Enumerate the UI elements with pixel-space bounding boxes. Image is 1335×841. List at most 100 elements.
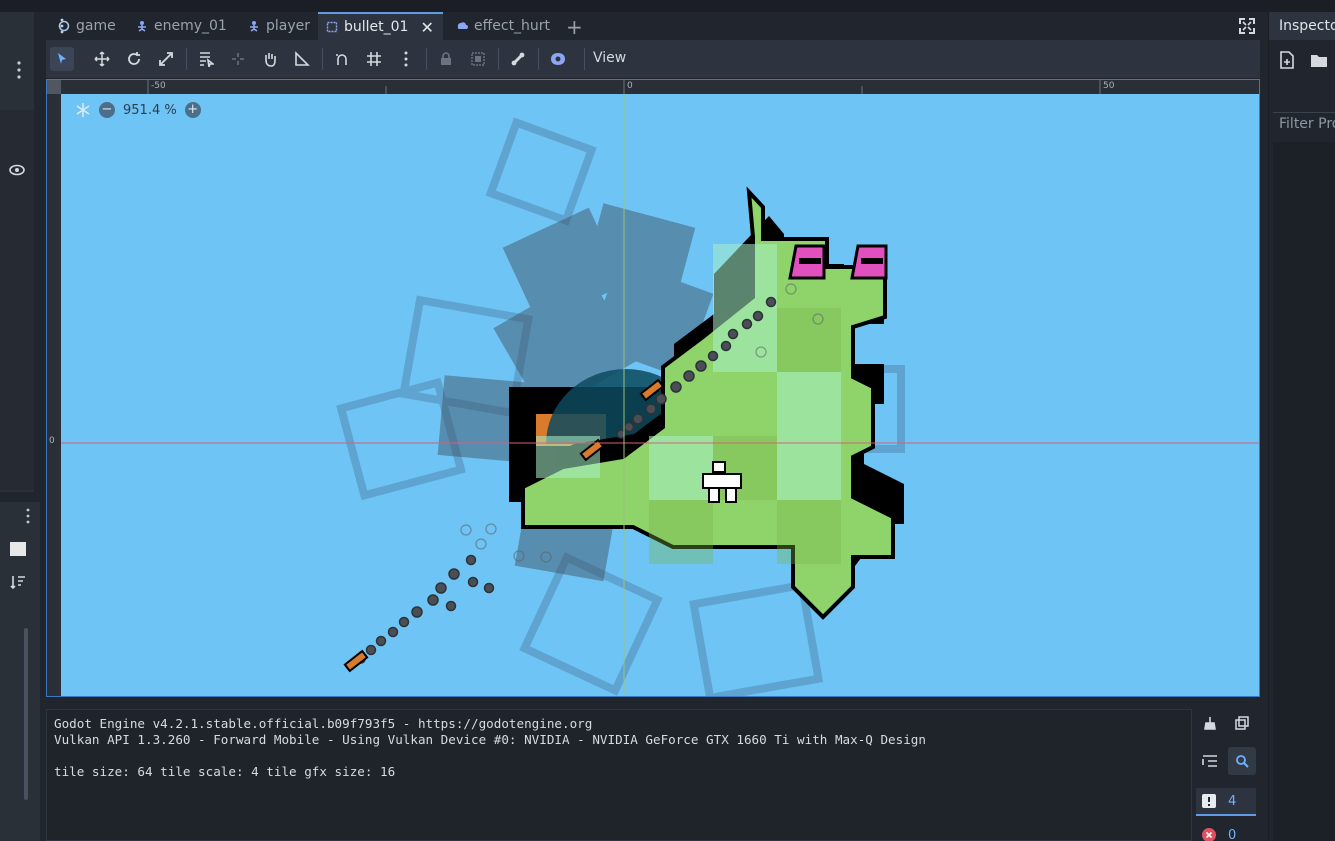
thumbnail-view-icon[interactable] bbox=[10, 542, 26, 556]
canvas-toolbar: View bbox=[46, 40, 1260, 78]
move-tool-button[interactable] bbox=[90, 47, 114, 71]
group-icon bbox=[471, 52, 485, 66]
list-select-icon bbox=[200, 52, 214, 67]
zoom-out-icon[interactable]: − bbox=[99, 102, 115, 118]
visibility-eye-icon[interactable] bbox=[9, 164, 25, 176]
ruler-left[interactable]: 0 bbox=[47, 80, 61, 696]
tab-label: effect_hurt bbox=[474, 18, 551, 34]
dock-menu-icon[interactable] bbox=[14, 60, 24, 80]
log-line: Godot Engine v4.2.1.stable.official.b09f… bbox=[54, 716, 593, 731]
pan-icon bbox=[265, 53, 276, 67]
pan-tool-button[interactable] bbox=[258, 47, 282, 71]
lock-button[interactable] bbox=[434, 47, 458, 71]
filter-search-button[interactable] bbox=[1228, 747, 1256, 775]
filesystem-dock bbox=[0, 502, 40, 841]
tab-label: game bbox=[76, 18, 116, 34]
broom-icon bbox=[1204, 717, 1216, 730]
node-circle-icon bbox=[58, 20, 70, 32]
clear-log-button[interactable] bbox=[1196, 709, 1224, 737]
camera-override-button[interactable] bbox=[546, 47, 570, 71]
pivot-tool-button[interactable] bbox=[226, 47, 250, 71]
snap-options-button[interactable] bbox=[394, 47, 418, 71]
select-icon bbox=[58, 53, 66, 64]
dock-menu-icon[interactable] bbox=[24, 508, 32, 524]
warning-icon bbox=[1202, 794, 1216, 808]
ruler-tool-button[interactable] bbox=[290, 47, 314, 71]
copy-icon bbox=[1235, 716, 1249, 730]
collapse-icon bbox=[1202, 755, 1217, 767]
scale-tool-button[interactable] bbox=[154, 47, 178, 71]
scene-dock bbox=[0, 12, 34, 492]
character-icon bbox=[250, 21, 258, 32]
move-icon bbox=[94, 51, 110, 67]
smart-snap-icon bbox=[336, 54, 347, 65]
smart-snap-button[interactable] bbox=[330, 47, 354, 71]
bone-icon bbox=[511, 52, 525, 66]
rotate-tool-button[interactable] bbox=[122, 47, 146, 71]
godot-editor: game enemy_01 player bullet_01 ✕ effect_… bbox=[0, 0, 1335, 841]
close-icon[interactable]: ✕ bbox=[420, 18, 433, 37]
inspector-properties-list bbox=[1273, 142, 1335, 841]
zoom-in-icon[interactable]: + bbox=[184, 102, 201, 118]
copy-log-button[interactable] bbox=[1228, 709, 1256, 737]
ruler-icon bbox=[295, 51, 310, 66]
tab-bullet-01[interactable]: bullet_01 ✕ bbox=[318, 12, 443, 40]
character-icon bbox=[138, 21, 146, 32]
tab-game[interactable]: game bbox=[50, 12, 124, 40]
errors-toggle[interactable]: 0 bbox=[1196, 821, 1256, 841]
tab-label: player bbox=[266, 18, 311, 34]
scene-tabs: game enemy_01 player bullet_01 ✕ effect_… bbox=[38, 12, 1264, 40]
new-resource-icon[interactable] bbox=[1277, 50, 1297, 70]
open-folder-icon[interactable] bbox=[1309, 50, 1329, 70]
ruler-corner bbox=[47, 80, 61, 94]
view-menu-button[interactable]: View bbox=[584, 48, 634, 70]
output-side-panel: 4 0 bbox=[1196, 709, 1260, 841]
dock-scrollbar[interactable] bbox=[24, 628, 28, 800]
game-scene: − 951.4 % + bbox=[61, 94, 1259, 696]
divider bbox=[1273, 112, 1335, 113]
tab-player[interactable]: player bbox=[240, 12, 318, 40]
ruler-label: 0 bbox=[49, 436, 55, 446]
more-icon bbox=[404, 51, 408, 67]
grid-snap-icon bbox=[367, 52, 381, 66]
log-line: Vulkan API 1.3.260 - Forward Mobile - Us… bbox=[54, 732, 926, 747]
rotate-icon bbox=[128, 52, 140, 65]
ruler-label: 0 bbox=[627, 81, 633, 91]
ruler-ticks bbox=[147, 80, 1101, 94]
zoom-widget: − 951.4 % + bbox=[75, 102, 201, 118]
camera-override-icon bbox=[551, 53, 565, 65]
pivot-icon bbox=[232, 53, 244, 65]
particles-icon bbox=[457, 22, 468, 29]
list-select-button[interactable] bbox=[194, 47, 218, 71]
scene-render bbox=[61, 94, 1259, 696]
filter-properties-input[interactable]: Filter Properties bbox=[1279, 116, 1335, 132]
log-line: tile size: 64 tile scale: 4 tile gfx siz… bbox=[54, 764, 396, 779]
zoom-level[interactable]: 951.4 % bbox=[123, 103, 177, 118]
inspector-title[interactable]: Inspector bbox=[1279, 18, 1335, 34]
tab-enemy-01[interactable]: enemy_01 bbox=[128, 12, 235, 40]
snowflake-icon[interactable] bbox=[75, 102, 91, 118]
tab-label: enemy_01 bbox=[154, 18, 227, 34]
top-strip bbox=[0, 0, 1335, 12]
scale-icon bbox=[159, 52, 173, 66]
bone-button[interactable] bbox=[506, 47, 530, 71]
ruler-label: 50 bbox=[1103, 81, 1115, 91]
error-icon bbox=[1202, 828, 1216, 841]
fullscreen-icon[interactable] bbox=[1238, 17, 1256, 35]
collapse-messages-button[interactable] bbox=[1196, 747, 1224, 775]
warnings-toggle[interactable]: 4 bbox=[1196, 788, 1256, 816]
add-tab-icon[interactable]: + bbox=[566, 15, 583, 39]
sort-icon[interactable] bbox=[10, 574, 26, 590]
canvas-viewport[interactable]: − 951.4 % + -50 0 50 0 bbox=[46, 79, 1260, 697]
select-tool-button[interactable] bbox=[50, 47, 74, 71]
area-icon bbox=[326, 21, 338, 33]
inspector-dock: Inspector Filter Properties bbox=[1268, 12, 1335, 841]
tab-effect-hurt[interactable]: effect_hurt bbox=[448, 12, 558, 40]
group-button[interactable] bbox=[466, 47, 490, 71]
error-count: 0 bbox=[1228, 827, 1237, 841]
output-log[interactable]: Godot Engine v4.2.1.stable.official.b09f… bbox=[46, 709, 1192, 841]
grid-snap-button[interactable] bbox=[362, 47, 386, 71]
ruler-top[interactable]: -50 0 50 bbox=[47, 80, 1259, 94]
warning-count: 4 bbox=[1228, 793, 1237, 809]
